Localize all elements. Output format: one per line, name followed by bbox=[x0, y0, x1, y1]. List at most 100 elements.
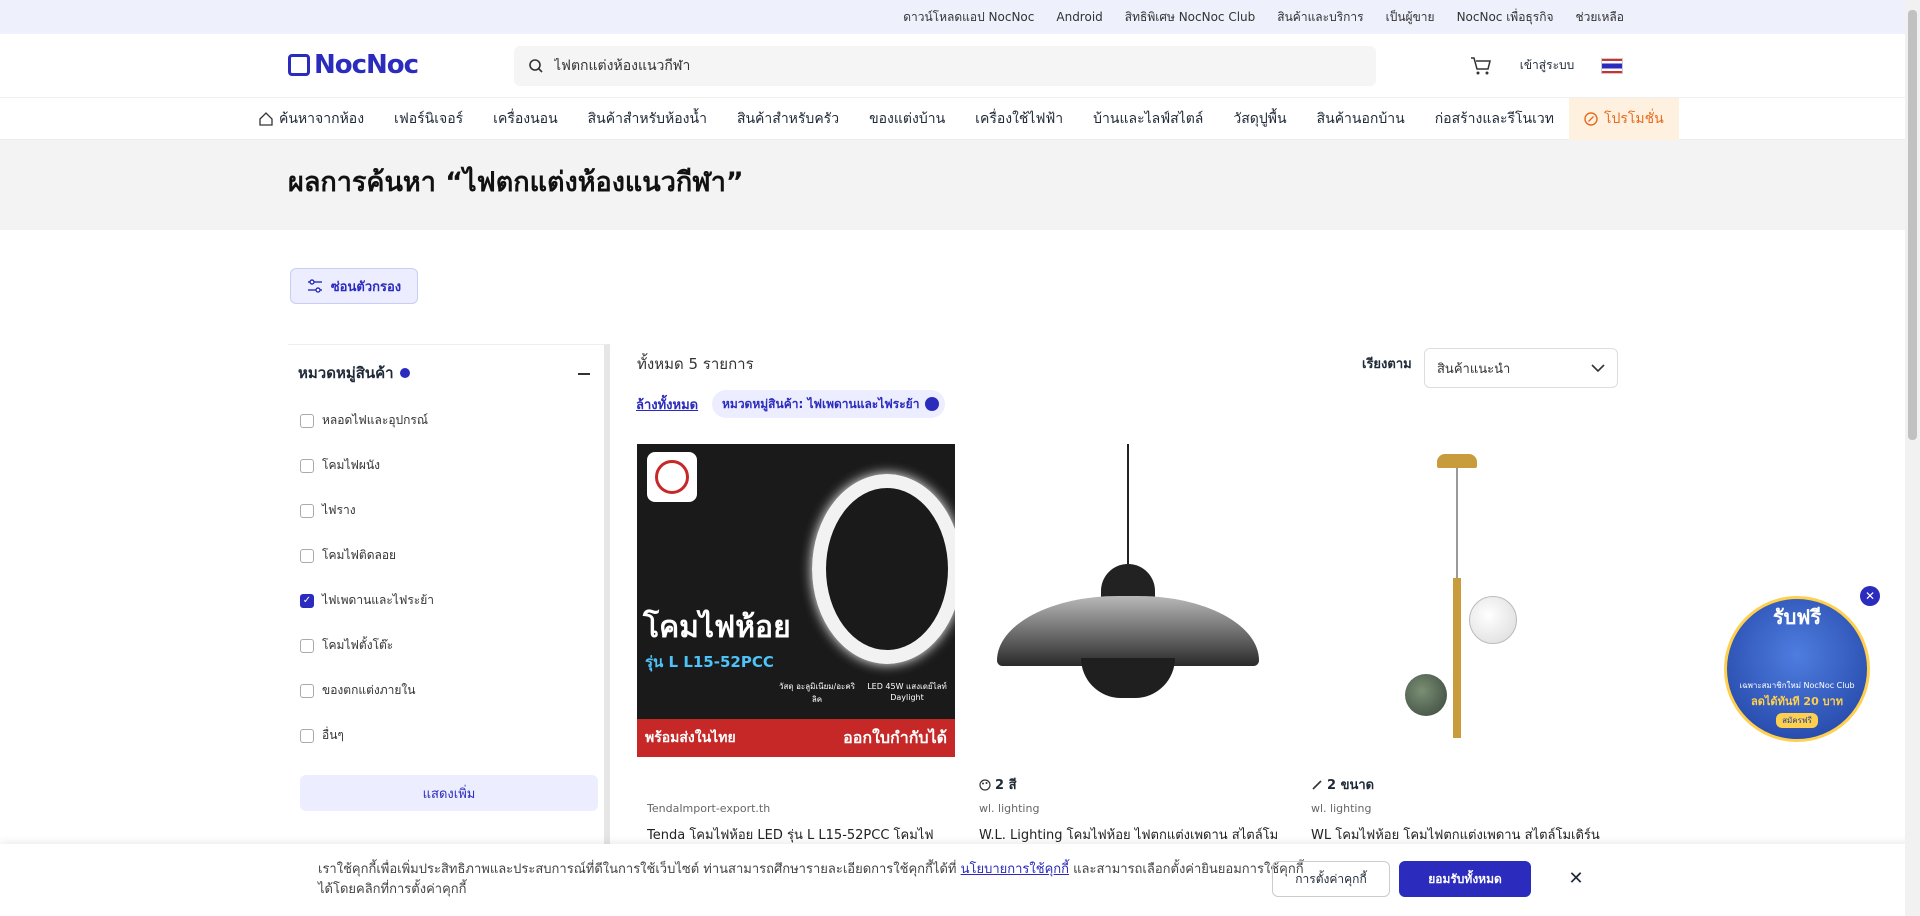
house-icon bbox=[259, 112, 273, 126]
checkbox[interactable] bbox=[300, 683, 314, 698]
become-seller-link[interactable]: เป็นผู้ขาย bbox=[1386, 8, 1435, 27]
seller-logo-icon bbox=[647, 452, 697, 502]
checkbox[interactable] bbox=[300, 548, 314, 563]
image-spec-led: LED 45W แสงเดย์ไลท์ Daylight bbox=[867, 682, 947, 702]
hide-filter-button[interactable]: ซ่อนตัวกรอง bbox=[290, 268, 418, 304]
club-promo-badge[interactable]: รับฟรี เฉพาะสมาชิกใหม่ NocNoc Club ลดได้… bbox=[1724, 596, 1870, 742]
show-more-button[interactable]: แสดงเพิ่ม bbox=[300, 775, 598, 811]
collapse-minus-icon[interactable] bbox=[578, 373, 590, 375]
category-option[interactable]: ของตกแต่งภายใน bbox=[300, 681, 415, 700]
results-count: ทั้งหมด 5 รายการ bbox=[637, 355, 754, 373]
green-globe-graphic bbox=[1405, 674, 1447, 716]
products-services-link[interactable]: สินค้าและบริการ bbox=[1277, 8, 1363, 27]
checkbox[interactable] bbox=[300, 503, 314, 518]
header: NocNoc เข้าสู่ระบบ bbox=[0, 34, 1920, 98]
nav-construction[interactable]: ก่อสร้างและรีโนเวท bbox=[1420, 98, 1569, 140]
percent-badge-icon bbox=[1584, 112, 1598, 126]
chevron-down-icon bbox=[1591, 364, 1605, 372]
product-image[interactable] bbox=[969, 444, 1287, 757]
search-input[interactable] bbox=[554, 58, 1334, 74]
nav-outdoor[interactable]: สินค้านอกบ้าน bbox=[1302, 98, 1420, 140]
sort-label: เรียงตาม bbox=[1362, 357, 1412, 372]
image-spec-material: วัสดุ อะลูมิเนียม/อะคริลิค bbox=[779, 682, 855, 704]
active-filter-chip: หมวดหมู่สินค้า: ไฟเพดานและไฟระย้า bbox=[712, 390, 946, 418]
nocnoc-logo[interactable]: NocNoc bbox=[288, 50, 419, 80]
category-option[interactable]: โคมไฟติดลอย bbox=[300, 546, 396, 565]
image-ship-banner: พร้อมส่งในไทย ออกใบกำกับได้ bbox=[637, 719, 955, 757]
nav-home-decor[interactable]: ของแต่งบ้าน bbox=[854, 98, 960, 140]
android-link[interactable]: Android bbox=[1056, 10, 1102, 24]
pendant-bottom-graphic bbox=[1081, 658, 1175, 698]
clear-globe-graphic bbox=[1469, 596, 1517, 644]
category-option[interactable]: หลอดไฟและอุปกรณ์ bbox=[300, 411, 428, 430]
nav-home-lifestyle[interactable]: บ้านและไลฟ์สไตล์ bbox=[1078, 98, 1218, 140]
thai-flag-icon[interactable] bbox=[1601, 58, 1623, 74]
logo-mark-icon bbox=[288, 54, 310, 76]
nav-bedding[interactable]: เครื่องนอน bbox=[478, 98, 572, 140]
top-utility-bar: ดาวน์โหลดแอป NocNoc Android สิทธิพิเศษ N… bbox=[0, 0, 1920, 34]
accept-all-button[interactable]: ยอมรับทั้งหมด bbox=[1399, 861, 1531, 897]
download-app-link[interactable]: ดาวน์โหลดแอป NocNoc bbox=[903, 8, 1034, 27]
product-brand: TendaImport-export.th bbox=[647, 802, 771, 815]
product-image[interactable] bbox=[1301, 444, 1619, 757]
cart-icon[interactable] bbox=[1470, 56, 1492, 76]
remove-filter-icon[interactable] bbox=[925, 397, 940, 411]
category-option[interactable]: อื่นๆ bbox=[300, 726, 344, 745]
pendant-top-graphic bbox=[1101, 564, 1155, 600]
product-brand: wl. lighting bbox=[979, 802, 1040, 815]
checkbox[interactable] bbox=[300, 458, 314, 473]
brass-rod-graphic bbox=[1453, 578, 1461, 738]
product-name[interactable]: WL โคมไฟห้อย โคมไฟตกแต่งเพดาน สไตล์โมเดิ… bbox=[1311, 824, 1611, 845]
search-bar[interactable] bbox=[514, 46, 1376, 86]
help-link[interactable]: ช่วยเหลือ bbox=[1576, 8, 1625, 27]
page-title: ผลการค้นหา “ไฟตกแต่งห้องแนวกีฬา” bbox=[288, 167, 744, 198]
clear-all-filters-link[interactable]: ล้างทั้งหมด bbox=[636, 394, 698, 415]
category-option[interactable]: ไฟราง bbox=[300, 501, 356, 520]
cookie-banner: เราใช้คุกกี้เพื่อเพิ่มประสิทธิภาพและประส… bbox=[0, 844, 1920, 916]
close-icon[interactable]: ✕ bbox=[1562, 864, 1590, 892]
nav-search-by-room[interactable]: ค้นหาจากห้อง bbox=[244, 98, 379, 140]
category-option-checked[interactable]: ✓ ไฟเพดานและไฟระย้า bbox=[300, 591, 434, 610]
nav-furniture[interactable]: เฟอร์นิเจอร์ bbox=[379, 98, 478, 140]
cookie-policy-link[interactable]: นโยบายการใช้คุกกี้ bbox=[961, 862, 1069, 877]
image-model: รุ่น L L15-52PCC bbox=[645, 653, 774, 671]
product-name[interactable]: W.L. Lighting โคมไฟห้อย ไฟตกแต่งเพดาน สไ… bbox=[979, 824, 1279, 845]
checkbox[interactable] bbox=[300, 728, 314, 743]
nav-kitchen[interactable]: สินค้าสำหรับครัว bbox=[722, 98, 854, 140]
search-icon bbox=[529, 59, 543, 73]
product-image[interactable]: โคมไฟห้อย รุ่น L L15-52PCC วัสดุ อะลูมิเ… bbox=[637, 444, 955, 757]
cookie-text: เราใช้คุกกี้เพื่อเพิ่มประสิทธิภาพและประส… bbox=[318, 862, 1304, 897]
page-scrollbar[interactable] bbox=[1905, 0, 1920, 916]
checkbox-checked-icon[interactable]: ✓ bbox=[300, 593, 314, 608]
product-brand: wl. lighting bbox=[1311, 802, 1372, 815]
nocnoc-business-link[interactable]: NocNoc เพื่อธุรกิจ bbox=[1457, 8, 1554, 27]
close-promo-icon[interactable]: ✕ bbox=[1860, 586, 1880, 606]
category-option[interactable]: โคมไฟตั้งโต๊ะ bbox=[300, 636, 393, 655]
search-title-band: ผลการค้นหา “ไฟตกแต่งห้องแนวกีฬา” bbox=[0, 140, 1920, 230]
login-button[interactable]: เข้าสู่ระบบ bbox=[1508, 48, 1586, 82]
image-title: โคมไฟห้อย bbox=[643, 610, 791, 645]
palette-icon bbox=[979, 778, 991, 791]
nocnoc-club-link[interactable]: สิทธิพิเศษ NocNoc Club bbox=[1125, 8, 1256, 27]
nav-appliances[interactable]: เครื่องใช้ไฟฟ้า bbox=[960, 98, 1078, 140]
canopy-graphic bbox=[1437, 454, 1477, 468]
nav-promotions[interactable]: โปรโมชั่น bbox=[1568, 98, 1679, 140]
active-filter-dot-icon bbox=[399, 368, 410, 378]
nav-bathroom[interactable]: สินค้าสำหรับห้องน้ำ bbox=[573, 98, 722, 140]
sort-select[interactable]: สินค้าแนะนำ bbox=[1424, 348, 1618, 388]
pendant-shade-graphic bbox=[997, 596, 1259, 666]
ruler-icon bbox=[1312, 779, 1322, 790]
product-variant: 2 สี bbox=[979, 774, 1017, 795]
product-name[interactable]: Tenda โคมไฟห้อย LED รุ่น L L15-52PCC โคม… bbox=[647, 824, 947, 845]
cord-graphic bbox=[1456, 468, 1458, 578]
category-filter-heading[interactable]: หมวดหมู่สินค้า bbox=[298, 361, 410, 385]
filter-sidebar: หมวดหมู่สินค้า หลอดไฟและอุปกรณ์ โคมไฟผนั… bbox=[288, 344, 610, 844]
category-option[interactable]: โคมไฟผนัง bbox=[300, 456, 380, 475]
pendant-cord-graphic bbox=[1127, 444, 1129, 564]
checkbox[interactable] bbox=[300, 413, 314, 428]
checkbox[interactable] bbox=[300, 638, 314, 653]
nav-flooring[interactable]: วัสดุปูพื้น bbox=[1218, 98, 1301, 140]
scrollbar-thumb[interactable] bbox=[1908, 10, 1917, 440]
pendant-lamp-graphic bbox=[812, 474, 955, 664]
cookie-settings-button[interactable]: การตั้งค่าคุกกี้ bbox=[1272, 861, 1390, 897]
